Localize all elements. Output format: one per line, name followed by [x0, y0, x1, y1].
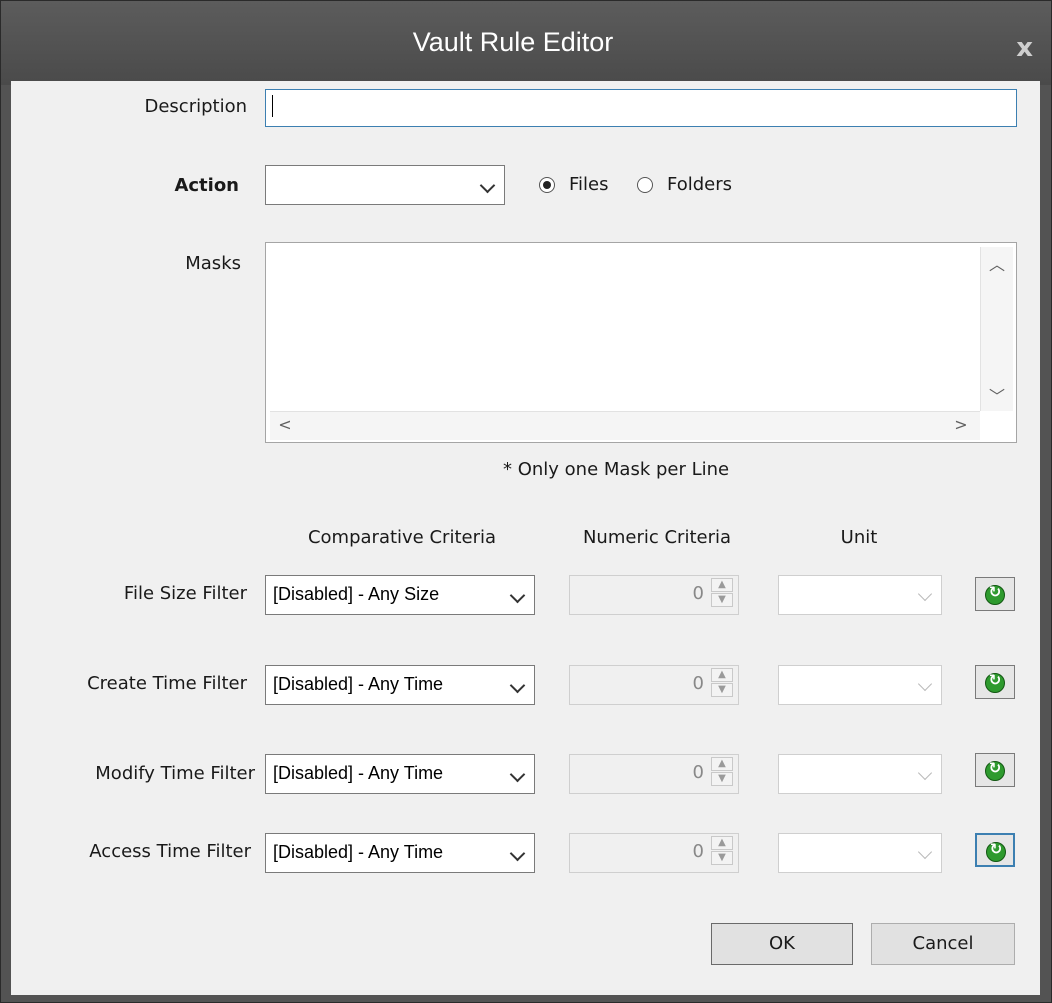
decrement-icon[interactable]: ▼ [711, 851, 733, 865]
refresh-icon [985, 759, 1005, 781]
criteria-value: [Disabled] - Any Time [273, 674, 444, 694]
action-dropdown[interactable] [265, 165, 505, 205]
create-time-unit-dropdown[interactable] [778, 665, 942, 705]
modify-time-reset-button[interactable] [975, 753, 1015, 787]
file-size-numeric-stepper[interactable]: 0 ▲ ▼ [569, 575, 739, 615]
access-time-criteria-dropdown[interactable]: [Disabled] - Any Time [265, 833, 535, 873]
access-time-filter-label: Access Time Filter [89, 841, 251, 862]
chevron-down-icon [917, 765, 933, 781]
modify-time-numeric-stepper[interactable]: 0 ▲ ▼ [569, 754, 739, 794]
scroll-down-icon[interactable]: ﹀ [981, 383, 1013, 407]
access-time-reset-button[interactable] [975, 833, 1015, 867]
create-time-filter-label: Create Time Filter [87, 673, 247, 694]
chevron-down-icon [917, 844, 933, 860]
criteria-value: [Disabled] - Any Time [273, 842, 444, 862]
files-radio[interactable] [539, 177, 555, 193]
cancel-button[interactable]: Cancel [871, 923, 1015, 965]
window-title: Vault Rule Editor [412, 27, 614, 57]
criteria-value: [Disabled] - Any Time [273, 763, 444, 783]
increment-icon[interactable]: ▲ [711, 668, 733, 682]
numeric-value: 0 [692, 583, 704, 604]
masks-hint: * Only one Mask per Line [503, 459, 730, 480]
chevron-down-icon [509, 845, 526, 862]
modify-time-criteria-dropdown[interactable]: [Disabled] - Any Time [265, 754, 535, 794]
access-time-numeric-stepper[interactable]: 0 ▲ ▼ [569, 833, 739, 873]
dialog-client-area: Description Action Files Folders Masks ︿… [11, 81, 1040, 995]
folders-radio[interactable] [637, 177, 653, 193]
numeric-value: 0 [692, 762, 704, 783]
text-caret [272, 95, 273, 117]
refresh-icon [985, 583, 1005, 605]
create-time-reset-button[interactable] [975, 665, 1015, 699]
close-icon[interactable]: x [1016, 35, 1033, 61]
numeric-value: 0 [692, 673, 704, 694]
scroll-left-icon[interactable]: < [274, 415, 296, 434]
criteria-value: [Disabled] - Any Size [273, 584, 440, 604]
spin-arrows: ▲ ▼ [711, 757, 735, 787]
masks-label: Masks [185, 253, 241, 274]
increment-icon[interactable]: ▲ [711, 578, 733, 592]
chevron-down-icon [509, 587, 526, 604]
masks-vertical-scrollbar[interactable]: ︿ ﹀ [980, 247, 1013, 411]
refresh-icon [985, 671, 1005, 693]
masks-textarea[interactable]: ︿ ﹀ < > [265, 242, 1017, 443]
title-bar[interactable]: Vault Rule Editor x [1, 1, 1051, 85]
masks-horizontal-scrollbar[interactable]: < > [270, 411, 980, 440]
scroll-right-icon[interactable]: > [950, 415, 972, 434]
access-time-unit-dropdown[interactable] [778, 833, 942, 873]
decrement-icon[interactable]: ▼ [711, 593, 733, 607]
description-input[interactable] [265, 89, 1017, 127]
increment-icon[interactable]: ▲ [711, 757, 733, 771]
modify-time-filter-label: Modify Time Filter [95, 763, 255, 784]
folders-radio-label[interactable]: Folders [667, 174, 732, 195]
file-size-unit-dropdown[interactable] [778, 575, 942, 615]
chevron-down-icon [509, 677, 526, 694]
chevron-down-icon [479, 177, 496, 194]
file-size-criteria-dropdown[interactable]: [Disabled] - Any Size [265, 575, 535, 615]
comparative-criteria-header: Comparative Criteria [307, 527, 497, 548]
create-time-numeric-stepper[interactable]: 0 ▲ ▼ [569, 665, 739, 705]
decrement-icon[interactable]: ▼ [711, 683, 733, 697]
file-size-reset-button[interactable] [975, 577, 1015, 611]
chevron-down-icon [509, 766, 526, 783]
files-radio-label[interactable]: Files [569, 174, 609, 195]
decrement-icon[interactable]: ▼ [711, 772, 733, 786]
spin-arrows: ▲ ▼ [711, 578, 735, 608]
chevron-down-icon [917, 586, 933, 602]
ok-button[interactable]: OK [711, 923, 853, 965]
create-time-criteria-dropdown[interactable]: [Disabled] - Any Time [265, 665, 535, 705]
refresh-icon [986, 840, 1006, 862]
modify-time-unit-dropdown[interactable] [778, 754, 942, 794]
scroll-up-icon[interactable]: ︿ [981, 251, 1013, 275]
unit-header: Unit [840, 527, 878, 548]
description-label: Description [144, 96, 247, 117]
chevron-down-icon [917, 676, 933, 692]
spin-arrows: ▲ ▼ [711, 836, 735, 866]
spin-arrows: ▲ ▼ [711, 668, 735, 698]
file-size-filter-label: File Size Filter [123, 583, 247, 604]
increment-icon[interactable]: ▲ [711, 836, 733, 850]
vault-rule-editor-window: Vault Rule Editor x Description Action F… [0, 0, 1052, 1003]
numeric-criteria-header: Numeric Criteria [582, 527, 732, 548]
action-label: Action [174, 175, 239, 196]
numeric-value: 0 [692, 841, 704, 862]
